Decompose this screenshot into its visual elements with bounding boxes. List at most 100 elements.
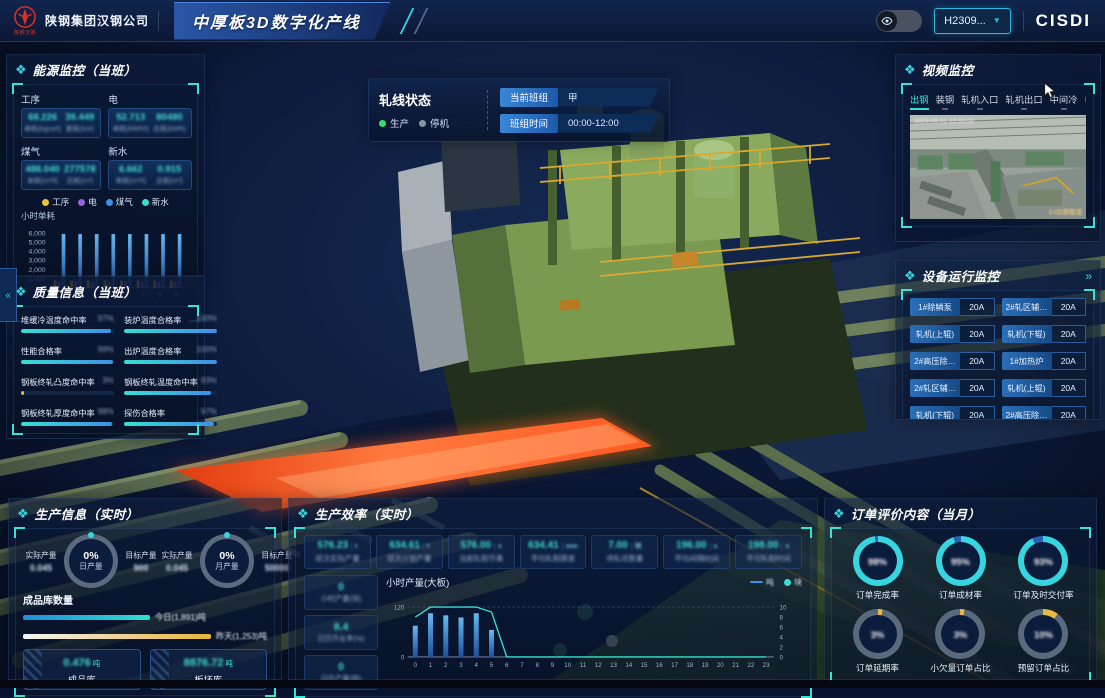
inventory-bar-row: 今日(1,891)吨 (23, 611, 267, 623)
side-stat-label: 日历作业率(%) (317, 634, 364, 644)
stat-value: 196.00 (676, 540, 707, 551)
quality-label: 探伤合格率 (124, 407, 165, 419)
equipment-readout: 轧机(上辊) 20A (1002, 379, 1087, 397)
svg-text:17: 17 (671, 662, 678, 669)
energy-card-title: 煤气 (21, 144, 101, 158)
legend-label: 电 (88, 196, 97, 208)
panel-video-monitoring: ❖ 视频监控 出钢 装钢 轧机入口 轧机出口 中间冷 电磁感… (895, 54, 1101, 242)
progress-fill (124, 422, 214, 426)
inventory-bar-label: 今日(1,891)吨 (155, 611, 206, 623)
equipment-name: 轧机(上辊) (1002, 379, 1052, 397)
quality-item: 性能合格率 99% (21, 345, 114, 364)
side-stat-card: 8.4 日历作业率(%) (304, 615, 378, 650)
video-tab[interactable]: 轧机入口 (961, 92, 998, 110)
decor-slash (399, 8, 414, 34)
svg-text:10: 10 (780, 605, 787, 612)
order-gauge-label: 订单成材率 (939, 589, 982, 601)
video-tab[interactable]: 轧机出口 (1005, 92, 1042, 110)
order-gauge-value: 98% (868, 557, 887, 568)
equipment-grid: 1#除鳞泵 20A 2#轧区辅… 20A 轧机(上辊) 20A 轧机(下辊) 2… (910, 298, 1086, 420)
production-gauge-group: 实际产量 0.045 0% 月产量 目标产量 50000 (159, 534, 295, 588)
panel-title: 生产效率（实时） (315, 504, 419, 523)
status-chip-label: 当前班组 (500, 88, 558, 107)
order-gauge: 95% 订单成材率 (936, 536, 986, 601)
order-gauge: 93% 订单及时交付率 (1013, 536, 1073, 601)
quality-label: 装炉温度合格率 (124, 314, 181, 326)
panel-title: 视频监控 (922, 60, 974, 79)
equipment-name: 2#高压除… (910, 352, 960, 370)
svg-text:16: 16 (656, 662, 663, 669)
panel-equipment-monitoring: ❖ 设备运行监控 » 1#除鳞泵 20A 2#轧区辅… 20A 轧机(上辊) 2… (895, 260, 1101, 420)
stat-unit: t (423, 543, 429, 550)
status-chip-value: 甲 (558, 88, 659, 107)
svg-text:21: 21 (732, 662, 739, 669)
svg-text:10: 10 (564, 662, 571, 669)
stat-unit: s (710, 543, 718, 550)
side-stat-value: 8.4 (334, 621, 349, 633)
video-caption: 1#出钢辊道 (1049, 206, 1082, 216)
stat-value: 576.00 (460, 540, 491, 551)
svg-text:0: 0 (401, 654, 405, 661)
equipment-readout: 2#高压除… 20A (1002, 406, 1087, 420)
heat-number-select[interactable]: H2309... ▼ (934, 8, 1011, 34)
equipment-readout: 2#轧区辅… 20A (1002, 298, 1087, 316)
company-logo: 陕钢汉钢 (14, 6, 36, 36)
quality-label: 性能合格率 (21, 345, 62, 357)
legend-label: 煤气 (116, 196, 133, 208)
energy-value-label: 单耗(m³/t) (27, 176, 58, 186)
warehouse-value: 0.476 (63, 657, 91, 669)
collapse-left-tab[interactable]: « (0, 268, 17, 322)
energy-value: 6.662 (119, 164, 143, 175)
video-tab[interactable]: 装钢 (936, 92, 955, 110)
quality-percent: 93% (201, 376, 217, 388)
energy-value-label: 单耗(kgce/t) (24, 124, 61, 134)
order-gauge-value: 3% (954, 630, 968, 641)
status-legend-item: 停机 (419, 116, 449, 130)
collapse-right-icon[interactable]: » (1085, 269, 1092, 283)
status-row: 当前班组 甲 (500, 88, 659, 107)
visibility-toggle[interactable] (876, 10, 922, 32)
stat-unit: t (351, 543, 357, 550)
header-divider (1023, 11, 1024, 31)
warehouse-unit: 吨 (225, 659, 233, 668)
order-gauge: 10% 预留订单占比 (1018, 609, 1070, 674)
legend-item: 工序 (42, 196, 69, 208)
stat-label: 待轧坯数量 (594, 553, 655, 564)
order-donut-ring: 95% (936, 536, 986, 586)
bottom-strip (0, 680, 1105, 688)
quality-item: 堆缓冷温度命中率 97% (21, 314, 114, 333)
order-gauge-grid: 98% 订单完成率 95% 订单成材率 93% 订单及时交付率 (839, 536, 1082, 674)
diamond-icon: ❖ (297, 507, 309, 520)
energy-card-grid: 工序 68.226 单耗(kgce/t) 39.449 累耗(tce) 电 52… (21, 92, 190, 190)
video-tab[interactable]: 中间冷 (1050, 92, 1078, 110)
stat-unit: 块 (631, 543, 642, 550)
heat-number-value: H2309... (944, 15, 986, 27)
equipment-readout: 1#加热炉 20A (1002, 352, 1087, 370)
page-title: 中厚板3D数字化产线 (174, 2, 390, 40)
quality-label: 出炉温度合格率 (124, 345, 181, 357)
quality-label: 钢板终轧厚度命中率 (21, 407, 95, 419)
efficiency-stats: 576.23t 班次实际产量 634.61t 班次计划产量 576.00s 当前… (304, 535, 802, 569)
legend-label: 新水 (152, 196, 169, 208)
legend-label: 块 (794, 577, 802, 588)
order-donut-ring: 93% (1018, 536, 1068, 586)
video-feed[interactable]: 2023-09-01 12:00:00 1#出钢辊道 (910, 115, 1086, 219)
collapse-left-icon: « (5, 290, 11, 301)
progress-track (21, 391, 114, 395)
stat-value: 7.00 (608, 540, 627, 551)
order-donut-ring: 3% (853, 609, 903, 659)
equipment-readout: 2#轧区辅… 20A (910, 379, 995, 397)
equipment-readout: 轧机(下辊) 20A (1002, 325, 1087, 343)
side-stat-card: 0 小时产量(块) (304, 575, 378, 610)
status-legend-label: 停机 (430, 116, 449, 130)
video-tab[interactable]: 出钢 (910, 92, 929, 110)
energy-value-label: 单耗(m³/t) (115, 176, 146, 186)
panel-line-status: 轧线状态 生产 停机 当前班组 甲 班组时间 (368, 78, 670, 142)
status-title: 轧线状态 (379, 90, 475, 109)
progress-track (21, 422, 114, 426)
svg-text:4: 4 (475, 662, 479, 669)
target-output-label: 目标产量 (125, 550, 156, 561)
legend-item: 煤气 (106, 196, 133, 208)
video-tab[interactable]: 电磁感… (1085, 92, 1086, 110)
output-donut-gauge: 0% 日产量 (64, 534, 118, 588)
